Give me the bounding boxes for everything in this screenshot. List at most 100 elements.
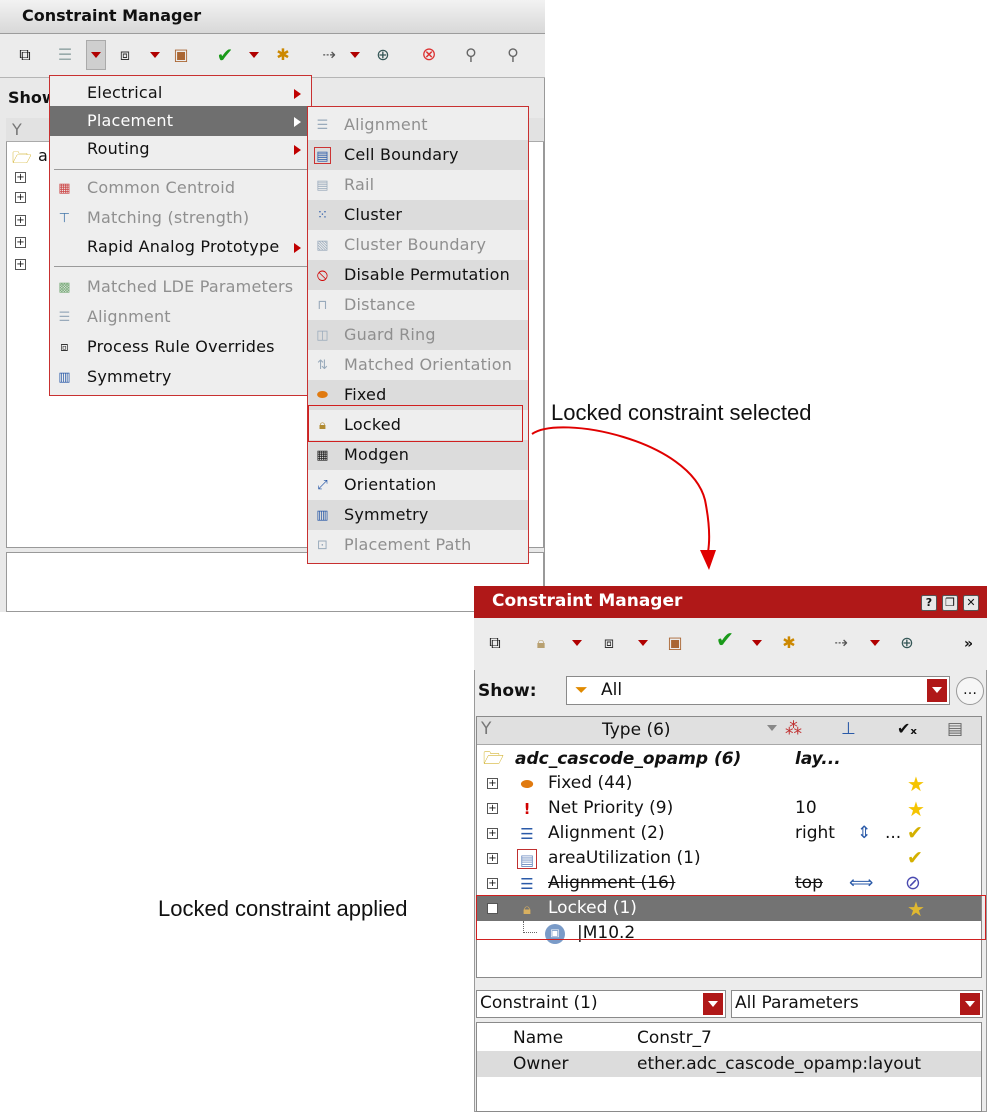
check-icon[interactable]: ✔ <box>714 630 736 652</box>
expand-icon[interactable]: + <box>487 803 498 814</box>
menu-item-symmetry[interactable]: ▥ Symmetry <box>50 362 311 392</box>
dropdown-arrow-icon[interactable] <box>572 640 582 646</box>
copy-icon[interactable]: ⧉ <box>14 44 36 66</box>
property-value: Constr_7 <box>637 1028 712 1048</box>
tree-root-row[interactable]: 🗁 adc_cascode_opamp (6) lay... <box>477 747 981 772</box>
alignment-icon[interactable]: ☰ <box>54 44 76 66</box>
tree-row-net-priority[interactable]: + ! Net Priority (9) 10 ★ <box>477 796 981 821</box>
prohibited-icon: ⦸ <box>316 265 329 285</box>
lock-icon[interactable]: 🔒︎ <box>530 632 552 654</box>
members-column-icon[interactable]: ⁂ <box>785 719 802 739</box>
help-icon[interactable]: ? <box>921 595 937 611</box>
menu-item-rapid-analog-prototype[interactable]: Rapid Analog Prototype <box>50 232 311 262</box>
submenu-item-disable-permutation[interactable]: ⦸ Disable Permutation <box>308 260 528 290</box>
submenu-item-cluster[interactable]: ⁙ Cluster <box>308 200 528 230</box>
copy-icon[interactable]: ⧉ <box>484 632 506 654</box>
close-icon[interactable]: ✕ <box>963 595 979 611</box>
expand-icon[interactable]: + <box>15 172 26 183</box>
process-rule-icon[interactable]: ⧈ <box>598 632 620 654</box>
menu-item-routing[interactable]: Routing <box>50 134 311 164</box>
row-value: right <box>795 823 835 843</box>
expand-icon[interactable]: + <box>487 853 498 864</box>
priority-icon: ! <box>523 800 531 818</box>
menu-item-label: Fixed <box>344 385 387 404</box>
submenu-item-rail[interactable]: ▤ Rail <box>308 170 528 200</box>
menu-item-electrical[interactable]: Electrical <box>50 78 311 108</box>
dropdown-arrow-icon[interactable] <box>350 52 360 58</box>
tree-row-alignment-right[interactable]: + ☰ Alignment (2) right ⇕ ... ✔ <box>477 821 981 846</box>
gear-check-icon[interactable]: ✱ <box>272 44 294 66</box>
property-key: Name <box>513 1028 564 1048</box>
menu-item-label: Routing <box>87 139 150 158</box>
tree-row-alignment-top[interactable]: + ☰ Alignment (16) top ⟺ ⊘ <box>477 871 981 896</box>
property-row-owner[interactable]: Owner ether.adc_cascode_opamp:layout <box>477 1051 981 1077</box>
dropdown-arrow-icon[interactable] <box>638 640 648 646</box>
tree-row-area-utilization[interactable]: + ▤ areaUtilization (1) ✔ <box>477 846 981 871</box>
tree-row-fixed[interactable]: + ⬬ Fixed (44) ★ <box>477 771 981 796</box>
dropdown-arrow-icon[interactable] <box>752 640 762 646</box>
annotation-applied: Locked constraint applied <box>158 896 408 921</box>
more-tools-icon[interactable]: » <box>964 636 973 652</box>
dropdown-arrow-icon[interactable] <box>249 52 259 58</box>
property-row-name[interactable]: Name Constr_7 <box>477 1025 981 1051</box>
submenu-item-distance[interactable]: ⊓ Distance <box>308 290 528 320</box>
path-icon[interactable]: ⇢ <box>318 44 340 66</box>
menu-item-matching[interactable]: ⊤ Matching (strength) <box>50 203 311 233</box>
expand-icon[interactable]: + <box>15 259 26 270</box>
menu-item-placement[interactable]: Placement <box>50 106 311 136</box>
star-icon: ★ <box>907 797 925 821</box>
gear-check-icon[interactable]: ✱ <box>778 632 800 654</box>
menu-item-label: Disable Permutation <box>344 265 510 284</box>
submenu-item-symmetry[interactable]: ▥ Symmetry <box>308 500 528 530</box>
submenu-item-modgen[interactable]: ▦ Modgen <box>308 440 528 470</box>
path-icon[interactable]: ⇢ <box>830 632 852 654</box>
dropdown-arrow-icon[interactable] <box>870 640 880 646</box>
menu-item-alignment[interactable]: ☰ Alignment <box>50 302 311 332</box>
expand-icon[interactable]: + <box>15 192 26 203</box>
filter-value: All <box>601 680 623 700</box>
notes-column-icon[interactable]: ▤ <box>947 719 963 739</box>
expand-icon[interactable]: + <box>487 778 498 789</box>
book-icon[interactable]: ▣ <box>170 44 192 66</box>
menu-item-process-rule-overrides[interactable]: ⧈ Process Rule Overrides <box>50 332 311 362</box>
dropdown-arrow-icon[interactable] <box>91 52 101 58</box>
guard-ring-icon: ◫ <box>316 328 329 343</box>
tree-alt-icon[interactable]: ⚲ <box>502 44 524 66</box>
tree-icon[interactable]: ⚲ <box>460 44 482 66</box>
matching-icon: ⊤ <box>58 211 71 226</box>
constraint-selector[interactable]: Constraint (1) <box>476 990 726 1018</box>
parameter-selector[interactable]: All Parameters <box>731 990 983 1018</box>
delete-icon[interactable]: ⊗ <box>418 44 440 66</box>
menu-item-matched-lde[interactable]: ▩ Matched LDE Parameters <box>50 272 311 302</box>
target-icon[interactable]: ⊕ <box>896 632 918 654</box>
submenu-item-cluster-boundary[interactable]: ▧ Cluster Boundary <box>308 230 528 260</box>
process-rule-icon[interactable]: ⧈ <box>114 44 136 66</box>
submenu-item-placement-path[interactable]: ⊡ Placement Path <box>308 530 528 560</box>
submenu-item-guard-ring[interactable]: ◫ Guard Ring <box>308 320 528 350</box>
submenu-item-matched-orientation[interactable]: ⇅ Matched Orientation <box>308 350 528 380</box>
expand-icon[interactable]: + <box>15 215 26 226</box>
dropdown-arrow-icon[interactable] <box>927 679 947 702</box>
process-rule-icon: ⧈ <box>60 340 69 355</box>
dropdown-arrow-icon[interactable] <box>150 52 160 58</box>
menu-item-label: Rail <box>344 175 375 194</box>
type-column-header[interactable]: Type (6) <box>602 720 671 740</box>
dropdown-arrow-icon[interactable] <box>703 993 723 1015</box>
expand-icon[interactable]: + <box>15 237 26 248</box>
more-options-button[interactable]: … <box>956 677 984 705</box>
book-icon[interactable]: ▣ <box>664 632 686 654</box>
menu-item-common-centroid[interactable]: ▦ Common Centroid <box>50 173 311 203</box>
submenu-item-orientation[interactable]: ⤢ Orientation <box>308 470 528 500</box>
check-icon[interactable]: ✔ <box>214 44 236 66</box>
restore-icon[interactable]: ❐ <box>942 595 958 611</box>
target-icon[interactable]: ⊕ <box>372 44 394 66</box>
dropdown-arrow-icon[interactable] <box>960 993 980 1015</box>
submenu-item-cell-boundary[interactable]: ▤ Cell Boundary <box>308 140 528 170</box>
submenu-item-alignment[interactable]: ☰ Alignment <box>308 110 528 140</box>
status-column-icon[interactable]: ✔ₓ <box>897 719 917 738</box>
expand-icon[interactable]: + <box>487 828 498 839</box>
expand-icon[interactable]: + <box>487 878 498 889</box>
show-filter-dropdown[interactable]: ⏷ All <box>566 676 950 705</box>
sort-arrow-icon[interactable] <box>767 725 777 731</box>
axis-column-icon[interactable]: ⊥ <box>841 719 856 739</box>
